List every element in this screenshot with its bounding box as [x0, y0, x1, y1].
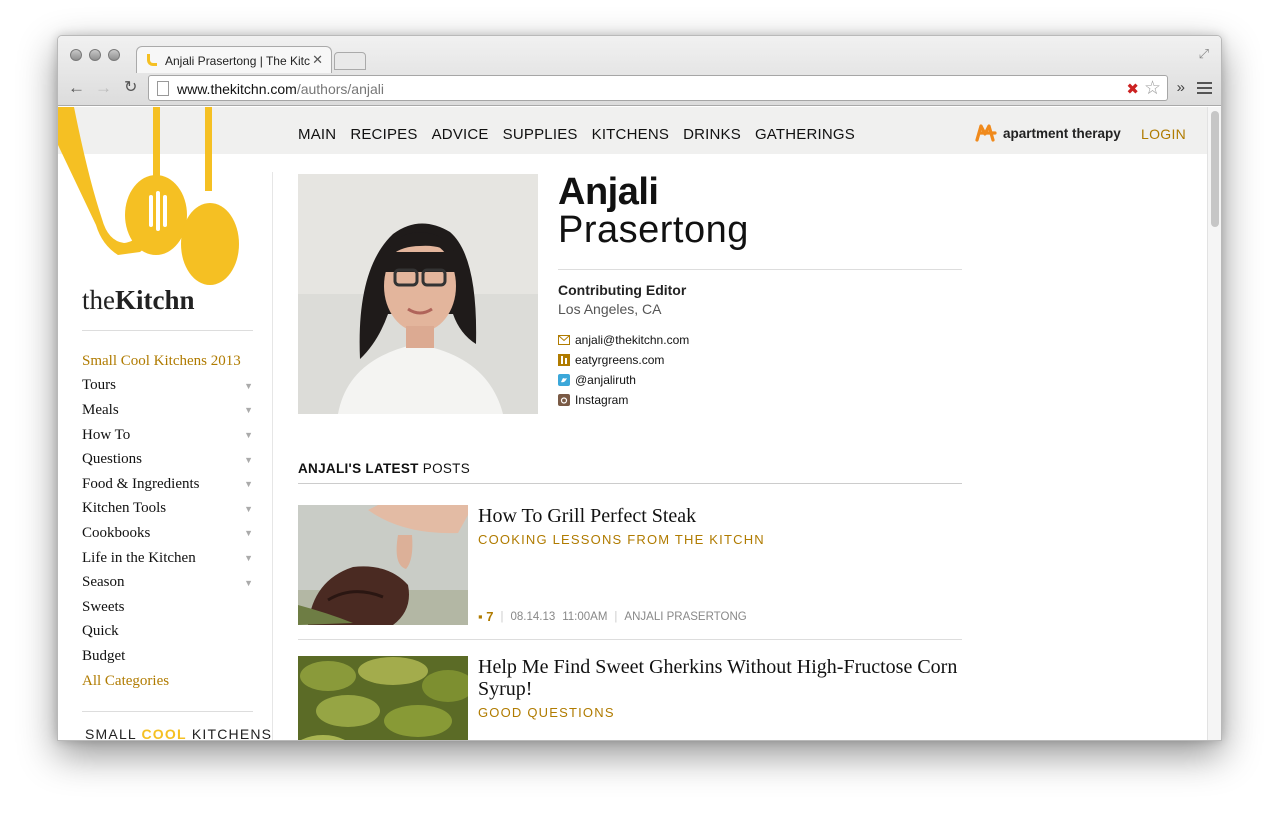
website-link[interactable]: eatyrgreens.com — [558, 350, 689, 370]
sidebar-item-life-in-the-kitchen[interactable]: Life in the Kitchen ▼ — [82, 546, 253, 571]
new-tab-button[interactable] — [334, 52, 366, 70]
post-meta: ▪ 7 | 08.14.13 11:00AM | ANJALI PRASERTO… — [478, 609, 747, 624]
fullscreen-icon[interactable]: ⤢ — [1199, 46, 1209, 62]
profile-divider — [558, 269, 962, 270]
sidebar-item-small-cool-kitchens[interactable]: Small Cool Kitchens 2013 — [82, 349, 253, 374]
expand-arrow-icon[interactable]: ▼ — [244, 430, 253, 440]
extension-blocked-icon[interactable]: ✖ — [1126, 80, 1139, 98]
sidebar-item-sweets[interactable]: Sweets — [82, 595, 253, 620]
post-category-link[interactable]: COOKING LESSONS FROM THE KITCHN — [478, 532, 765, 547]
email-icon — [558, 335, 570, 345]
twitter-icon — [558, 374, 570, 386]
sidebar-item-tours[interactable]: Tours ▼ — [82, 374, 253, 399]
bookmark-star-icon[interactable]: ☆ — [1144, 77, 1161, 100]
nav-advice[interactable]: ADVICE — [432, 126, 489, 143]
author-first-name: Anjali — [558, 171, 659, 213]
bookmark-icon — [558, 354, 570, 366]
instagram-link[interactable]: Instagram — [558, 390, 689, 410]
window-controls — [70, 49, 120, 61]
expand-arrow-icon[interactable]: ▼ — [244, 455, 253, 465]
post-thumbnail[interactable] — [298, 656, 468, 741]
post-category-link[interactable]: GOOD QUESTIONS — [478, 705, 615, 720]
nav-drinks[interactable]: DRINKS — [683, 126, 741, 143]
favicon-icon — [147, 54, 157, 66]
author-links: anjali@thekitchn.com eatyrgreens.com @an… — [558, 330, 689, 410]
sidebar-item-kitchen-tools[interactable]: Kitchen Tools ▼ — [82, 497, 253, 522]
expand-arrow-icon[interactable]: ▼ — [244, 381, 253, 391]
author-role: Contributing Editor — [558, 282, 687, 298]
site-logo-text[interactable]: theKitchn — [82, 285, 195, 316]
content-divider — [272, 172, 273, 740]
vertical-scrollbar[interactable] — [1207, 107, 1221, 740]
sidebar-divider — [82, 330, 253, 331]
back-arrow-icon[interactable]: ← — [68, 78, 85, 98]
reload-icon[interactable]: ↻ — [124, 78, 137, 98]
sidebar-item-season[interactable]: Season ▼ — [82, 570, 253, 595]
zoom-window-button[interactable] — [108, 49, 120, 61]
posts-divider — [298, 639, 962, 640]
email-link[interactable]: anjali@thekitchn.com — [558, 330, 689, 350]
nav-supplies[interactable]: SUPPLIES — [503, 126, 578, 143]
sidebar-divider — [82, 711, 253, 712]
expand-arrow-icon[interactable]: ▼ — [244, 405, 253, 415]
forward-arrow-icon[interactable]: → — [95, 78, 112, 98]
nav-kitchens[interactable]: KITCHENS — [592, 126, 669, 143]
expand-arrow-icon[interactable]: ▼ — [244, 528, 253, 538]
author-location: Los Angeles, CA — [558, 301, 662, 317]
browser-chrome: Anjali Prasertong | The Kitc ✕ ⤢ ← → ↻ w… — [58, 36, 1221, 106]
apartment-therapy-logo-icon — [975, 124, 997, 142]
page-viewport: MAIN RECIPES ADVICE SUPPLIES KITCHENS DR… — [58, 107, 1209, 741]
post-date: 08.14.13 — [510, 610, 556, 623]
address-bar[interactable]: www.thekitchn.com/authors/anjali ✖ ☆ — [148, 75, 1168, 101]
url-text[interactable]: www.thekitchn.com/authors/anjali — [177, 81, 384, 97]
sidebar-item-cookbooks[interactable]: Cookbooks ▼ — [82, 521, 253, 546]
expand-arrow-icon[interactable]: ▼ — [244, 479, 253, 489]
twitter-link[interactable]: @anjaliruth — [558, 370, 689, 390]
expand-arrow-icon[interactable]: ▼ — [244, 578, 253, 588]
sidebar-item-budget[interactable]: Budget — [82, 644, 253, 669]
close-window-button[interactable] — [70, 49, 82, 61]
browser-window: Anjali Prasertong | The Kitc ✕ ⤢ ← → ↻ w… — [57, 35, 1222, 741]
extensions-overflow-icon[interactable]: » — [1177, 79, 1185, 96]
latest-posts-heading: ANJALI'S LATEST POSTS — [298, 461, 471, 476]
sidebar-item-questions[interactable]: Questions ▼ — [82, 447, 253, 472]
tab-title: Anjali Prasertong | The Kitc — [165, 54, 310, 68]
nav-recipes[interactable]: RECIPES — [350, 126, 417, 143]
posts-divider — [298, 483, 962, 484]
post-time: 11:00AM — [562, 610, 608, 623]
scrollbar-thumb[interactable] — [1211, 111, 1219, 227]
close-tab-icon[interactable]: ✕ — [312, 52, 323, 68]
minimize-window-button[interactable] — [89, 49, 101, 61]
instagram-icon — [558, 394, 570, 406]
expand-arrow-icon[interactable]: ▼ — [244, 504, 253, 514]
post-title-link[interactable]: How To Grill Perfect Steak — [478, 505, 958, 527]
nav-gatherings[interactable]: GATHERINGS — [755, 126, 855, 143]
post-author-link[interactable]: ANJALI PRASERTONG — [624, 611, 746, 623]
post-title-link[interactable]: Help Me Find Sweet Gherkins Without High… — [478, 656, 958, 700]
page-icon — [157, 81, 169, 96]
sidebar-item-quick[interactable]: Quick — [82, 620, 253, 645]
comment-count[interactable]: ▪ 7 — [478, 609, 493, 624]
browser-menu-icon[interactable] — [1197, 82, 1212, 97]
author-photo — [298, 174, 538, 414]
apartment-therapy-link[interactable]: apartment therapy — [975, 124, 1121, 142]
login-link[interactable]: LOGIN — [1141, 126, 1186, 142]
expand-arrow-icon[interactable]: ▼ — [244, 553, 253, 563]
nav-main[interactable]: MAIN — [298, 126, 336, 143]
browser-tab[interactable]: Anjali Prasertong | The Kitc ✕ — [136, 46, 332, 73]
sidebar-item-all-categories[interactable]: All Categories — [82, 669, 253, 694]
sidebar-item-meals[interactable]: Meals ▼ — [82, 398, 253, 423]
sidebar-item-food-ingredients[interactable]: Food & Ingredients ▼ — [82, 472, 253, 497]
sidebar-item-how-to[interactable]: How To ▼ — [82, 423, 253, 448]
author-last-name: Prasertong — [558, 209, 749, 251]
main-nav: MAIN RECIPES ADVICE SUPPLIES KITCHENS DR… — [298, 126, 855, 143]
small-cool-kitchens-promo[interactable]: SMALL COOL KITCHENS — [85, 726, 272, 740]
utensils-logo-icon — [58, 107, 239, 285]
post-thumbnail[interactable] — [298, 505, 468, 625]
comment-bubble-icon: ▪ — [478, 609, 483, 624]
category-sidebar: Small Cool Kitchens 2013 Tours ▼ Meals ▼ H… — [82, 349, 253, 693]
